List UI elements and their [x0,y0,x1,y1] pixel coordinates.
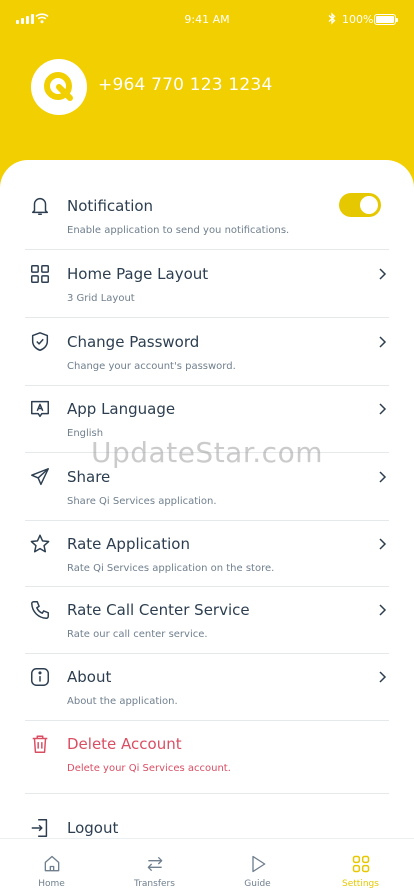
logout-title: Logout [67,819,119,837]
setting-title: Rate Application [67,535,190,553]
setting-rate-call-center[interactable]: Rate Call Center Service Rate our call c… [25,595,389,647]
divider [25,249,389,250]
notification-toggle[interactable] [339,193,381,217]
setting-rate-application[interactable]: Rate Application Rate Qi Services applic… [25,529,389,581]
divider [25,385,389,386]
setting-subtitle: Rate Qi Services application on the stor… [67,563,275,574]
play-icon [206,854,309,874]
divider [25,317,389,318]
notification-title: Notification [67,197,154,215]
setting-subtitle: About the application. [67,696,178,707]
tab-home[interactable]: Home [0,839,103,896]
qi-logo-icon [44,72,73,101]
star-icon [25,529,55,559]
chevron-right-icon [379,604,387,616]
bluetooth-icon [328,12,336,25]
divider [25,653,389,654]
home-icon [0,854,103,874]
setting-title: About [67,668,112,686]
setting-title: Share [67,468,111,486]
chevron-right-icon [379,268,387,280]
delete-account-button[interactable]: Delete Account Delete your Qi Services a… [25,729,389,781]
setting-share[interactable]: Share Share Qi Services application. [25,462,389,514]
setting-home-page-layout[interactable]: Home Page Layout 3 Grid Layout [25,259,389,311]
profile-phone: +964 770 123 1234 [98,75,273,95]
language-icon [25,394,55,424]
transfer-icon [103,854,206,874]
toggle-knob [360,196,378,214]
tab-guide[interactable]: Guide [206,839,309,896]
divider [25,793,389,794]
watermark: UpdateStar.com [91,436,323,469]
setting-subtitle: Share Qi Services application. [67,496,217,507]
tab-label: Guide [244,879,271,889]
info-icon [25,662,55,692]
setting-title: Home Page Layout [67,265,209,283]
chevron-right-icon [379,471,387,483]
setting-subtitle: Rate our call center service. [67,629,208,640]
setting-title: Change Password [67,333,200,351]
divider [25,586,389,587]
setting-about[interactable]: About About the application. [25,662,389,714]
bell-icon [25,191,55,221]
battery-icon [374,14,398,25]
setting-subtitle: 3 Grid Layout [67,293,135,304]
tab-label: Home [38,879,65,889]
divider [25,520,389,521]
delete-account-title: Delete Account [67,735,182,753]
avatar[interactable] [31,59,87,115]
setting-subtitle: Change your account's password. [67,361,236,372]
setting-title: App Language [67,400,176,418]
chevron-right-icon [379,403,387,415]
notification-setting: Notification Enable application to send … [25,191,389,241]
status-bar: 9:41 AM 100% [0,12,414,28]
chevron-right-icon [379,538,387,550]
battery-percent: 100% [342,13,374,26]
setting-change-password[interactable]: Change Password Change your account's pa… [25,327,389,379]
tab-label: Transfers [134,879,175,889]
setting-title: Rate Call Center Service [67,601,250,619]
tab-bar: Home Transfers Guide Settings [0,838,414,896]
tab-label: Settings [342,879,379,889]
divider [25,720,389,721]
chevron-right-icon [379,671,387,683]
grid-icon [25,259,55,289]
trash-icon [25,729,55,759]
notification-subtitle: Enable application to send you notificat… [67,225,290,236]
grid-icon [309,854,412,874]
phone-icon [25,595,55,625]
tab-transfers[interactable]: Transfers [103,839,206,896]
shield-check-icon [25,327,55,357]
tab-settings[interactable]: Settings [309,839,412,896]
chevron-right-icon [379,336,387,348]
delete-account-subtitle: Delete your Qi Services account. [67,763,231,774]
